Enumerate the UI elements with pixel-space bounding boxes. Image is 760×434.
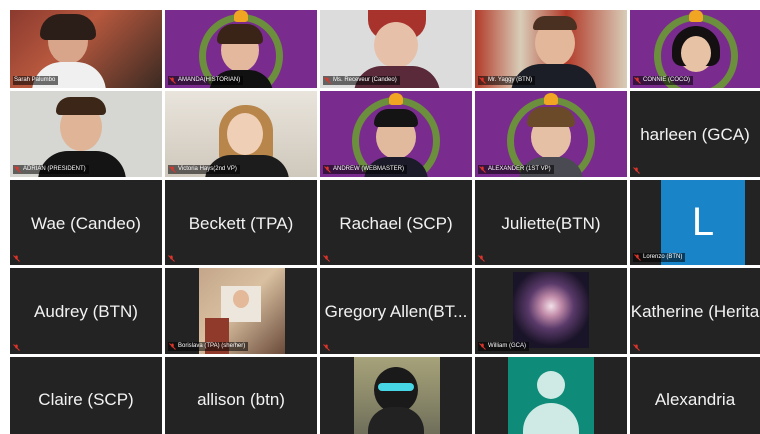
- mic-muted-icon: [478, 255, 485, 262]
- video-tile[interactable]: Rachael (SCP): [320, 180, 472, 265]
- video-tile[interactable]: [320, 357, 472, 434]
- participant-display-name: Beckett (TPA): [188, 214, 294, 233]
- participant-display-name: Katherine (Herita: [630, 302, 760, 321]
- participant-name: Sarah Palumbo: [14, 77, 56, 83]
- participant-display-name: harleen (GCA): [640, 125, 750, 144]
- participant-name: Ms. Receveur (Candeo): [333, 77, 397, 83]
- participant-display-name: Audrey (BTN): [34, 302, 138, 321]
- participant-name-label: CONNIE (COCO): [633, 76, 693, 85]
- sunglasses-icon: [378, 383, 414, 391]
- participant-name-label: Victoria Hays(2nd VP): [168, 165, 240, 174]
- participant-name: Lorenzo (BTN): [643, 254, 683, 260]
- video-tile[interactable]: Gregory Allen(BT...: [320, 268, 472, 354]
- video-tile[interactable]: ADRIAN (PRESIDENT): [10, 91, 162, 177]
- zoom-gallery-view: Sarah Palumbo AMANDA(HISTORIAN) Ms. Rece…: [0, 0, 760, 434]
- mic-muted-icon: [14, 166, 21, 173]
- person-icon: [537, 371, 565, 399]
- mic-muted-icon: [169, 166, 176, 173]
- mic-muted-icon: [479, 77, 486, 84]
- mic-muted-icon: [169, 343, 176, 350]
- mic-muted-icon: [634, 254, 641, 261]
- participant-name-label: Mr. Yaggy (BTN): [478, 76, 536, 85]
- participant-name: CONNIE (COCO): [643, 77, 690, 83]
- participant-name-label: ANDREW (WEBMASTER): [323, 165, 407, 174]
- mic-muted-icon: [168, 255, 175, 262]
- participant-display-name: Gregory Allen(BT...: [324, 302, 468, 321]
- default-avatar: [508, 357, 594, 434]
- mic-muted-icon: [634, 77, 641, 84]
- participant-display-name: Juliette(BTN): [501, 214, 601, 233]
- participant-display-name: allison (btn): [197, 390, 285, 409]
- video-tile[interactable]: Alexandria: [630, 357, 760, 434]
- video-tile[interactable]: ANDREW (WEBMASTER): [320, 91, 472, 177]
- participant-name: ANDREW (WEBMASTER): [333, 166, 404, 172]
- video-tile[interactable]: Katherine (Herita: [630, 268, 760, 354]
- mic-muted-icon: [323, 255, 330, 262]
- video-tile[interactable]: Beckett (TPA): [165, 180, 317, 265]
- participant-name-label: Ms. Receveur (Candeo): [323, 76, 400, 85]
- profile-photo: [513, 272, 589, 348]
- participant-name-label: Sarah Palumbo: [13, 76, 59, 85]
- mic-muted-icon: [324, 77, 331, 84]
- participant-name-label: ALEXANDER (1ST VP): [478, 165, 554, 174]
- participant-name: ADRIAN (PRESIDENT): [23, 166, 86, 172]
- video-tile[interactable]: [475, 357, 627, 434]
- video-tile[interactable]: Mr. Yaggy (BTN): [475, 10, 627, 88]
- video-tile[interactable]: Sarah Palumbo: [10, 10, 162, 88]
- participant-display-name: Wae (Candeo): [31, 214, 141, 233]
- mic-muted-icon: [169, 77, 176, 84]
- mic-muted-icon: [633, 167, 640, 174]
- video-tile[interactable]: harleen (GCA): [630, 91, 760, 177]
- video-tile[interactable]: Wae (Candeo): [10, 180, 162, 265]
- participant-display-name: Alexandria: [654, 390, 736, 409]
- video-tile[interactable]: Audrey (BTN): [10, 268, 162, 354]
- participant-name: William (GCA): [488, 343, 526, 349]
- participant-name-label: ADRIAN (PRESIDENT): [13, 165, 89, 174]
- participant-name: Borislava (TPA) (she/her): [178, 343, 246, 349]
- mic-muted-icon: [13, 255, 20, 262]
- participant-name: Mr. Yaggy (BTN): [488, 77, 533, 83]
- video-tile[interactable]: Victoria Hays(2nd VP): [165, 91, 317, 177]
- video-tile[interactable]: Claire (SCP): [10, 357, 162, 434]
- participant-display-name: Rachael (SCP): [339, 214, 453, 233]
- avatar-letter: L: [691, 200, 715, 244]
- mic-muted-icon: [324, 166, 331, 173]
- participant-name: AMANDA(HISTORIAN): [178, 77, 241, 83]
- participant-name-label: William (GCA): [478, 342, 529, 351]
- participant-name-label: Lorenzo (BTN): [633, 253, 686, 262]
- video-tile[interactable]: Ms. Receveur (Candeo): [320, 10, 472, 88]
- participant-name-label: AMANDA(HISTORIAN): [168, 76, 244, 85]
- mic-muted-icon: [633, 344, 640, 351]
- participant-name-label: Borislava (TPA) (she/her): [168, 342, 249, 351]
- mic-muted-icon: [323, 344, 330, 351]
- mic-muted-icon: [13, 344, 20, 351]
- mic-muted-icon: [479, 343, 486, 350]
- video-tile[interactable]: L Lorenzo (BTN): [630, 180, 760, 265]
- video-tile[interactable]: AMANDA(HISTORIAN): [165, 10, 317, 88]
- participant-display-name: Claire (SCP): [38, 390, 134, 409]
- video-tile[interactable]: Borislava (TPA) (she/her): [165, 268, 317, 354]
- participant-name: Victoria Hays(2nd VP): [178, 166, 237, 172]
- video-tile[interactable]: William (GCA): [475, 268, 627, 354]
- mic-muted-icon: [479, 166, 486, 173]
- participant-name: ALEXANDER (1ST VP): [488, 166, 551, 172]
- video-tile[interactable]: Juliette(BTN): [475, 180, 627, 265]
- video-tile[interactable]: CONNIE (COCO): [630, 10, 760, 88]
- video-tile[interactable]: ALEXANDER (1ST VP): [475, 91, 627, 177]
- video-tile[interactable]: allison (btn): [165, 357, 317, 434]
